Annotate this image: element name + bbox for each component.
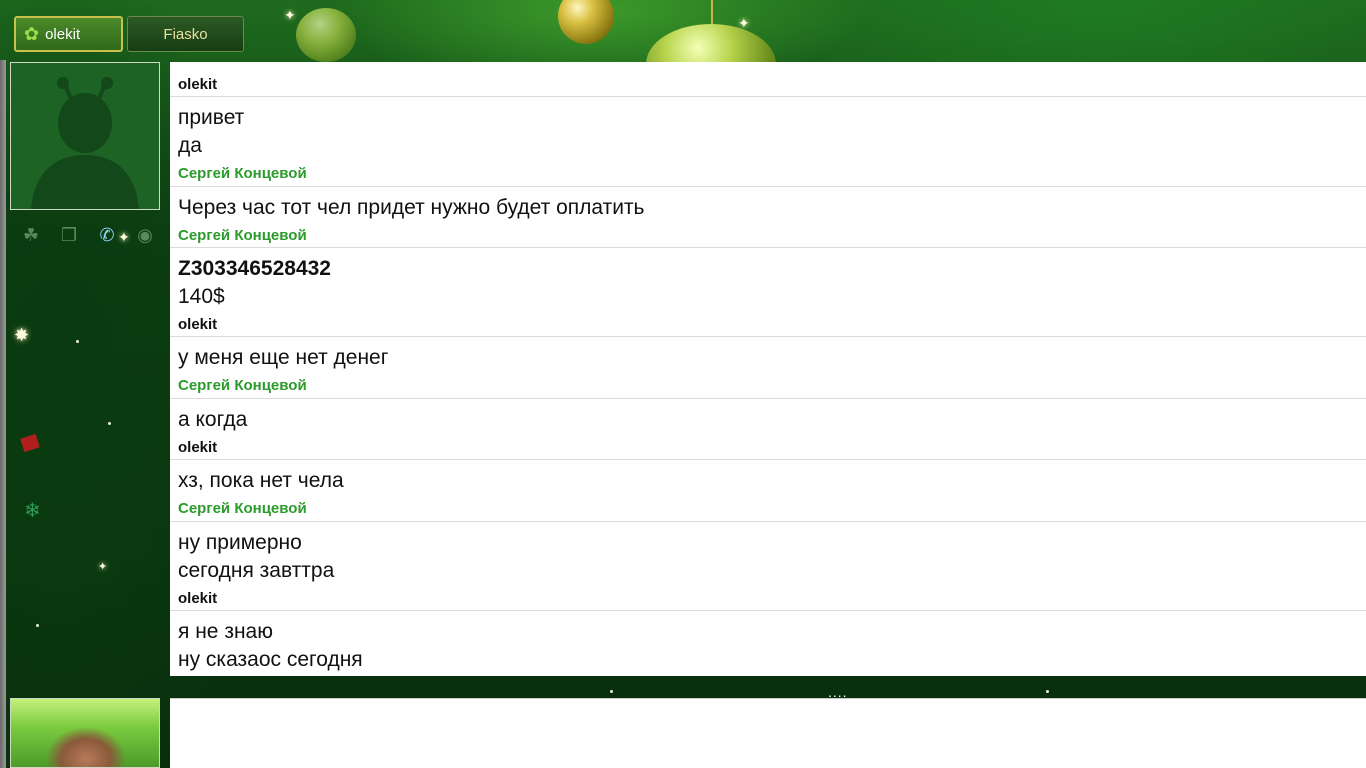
snowflake-decoration: ❄ [24,500,41,522]
message-sender: olekit [178,316,218,333]
message-divider [170,186,1366,187]
message-block: привет да [170,104,1366,160]
webcam-icon[interactable]: ◉ [132,222,158,248]
message-divider [170,96,1366,97]
message-text: сегодня завттра [178,559,335,582]
message-sender: Сергей Концевой [178,377,307,394]
message-divider [170,610,1366,611]
message-sender: Сергей Концевой [178,165,307,182]
default-avatar-silhouette-icon [11,63,159,209]
tab-label: Fiasko [163,25,208,43]
message-text: я не знаю [178,620,273,643]
contact-avatar [10,62,160,210]
message-block: Z303346528432 140$ [170,255,1366,311]
message-divider [170,398,1366,399]
message-text: Z303346528432 [178,257,331,280]
message-text: 140$ [178,285,225,308]
own-avatar [10,698,160,768]
message-text: а когда [178,408,248,431]
message-text: Через час тот чел придет нужно будет опл… [178,196,645,219]
message-sender: Сергей Концевой [178,500,307,517]
sparkle-dot [76,340,79,343]
star-decoration: ✦ [284,7,296,23]
message-sender: olekit [178,590,218,607]
message-block: а когда [170,406,1366,434]
tree-ornament-decoration [296,8,356,62]
message-block: Через час тот чел придет нужно будет опл… [170,194,1366,222]
contact-toolbar: ☘ ❐ ✆ ◉ [18,222,158,248]
chat-history[interactable]: olekit привет да Сергей Концевой Через ч… [170,62,1366,676]
tab-label: olekit [45,25,81,43]
tab-olekit[interactable]: ✿ olekit [14,16,123,52]
sparkle-dot [108,422,111,425]
message-divider [170,336,1366,337]
icq-flower-icon: ✿ [24,23,40,44]
message-sender: olekit [178,76,218,93]
window-left-edge [0,60,6,768]
message-text: ну примерно [178,531,302,554]
contacts-icon[interactable]: ☘ [18,222,44,248]
message-divider [170,459,1366,460]
message-text: привет [178,106,245,129]
tab-fiasko[interactable]: Fiasko [127,16,244,52]
ornament-string [711,0,713,26]
message-text: да [178,134,202,157]
phone-icon[interactable]: ✆ [94,222,120,248]
star-decoration: ✸ [14,325,30,345]
message-divider [170,247,1366,248]
message-block: я не знаю ну сказаос сегодня [170,618,1366,674]
history-icon[interactable]: ❐ [56,222,82,248]
star-decoration: ✦ [738,15,750,31]
sparkle-dot [36,624,39,627]
star-decoration: ✦ [98,561,108,573]
message-text: хз, пока нет чела [178,469,344,492]
message-block: у меня еще нет денег [170,344,1366,372]
message-sender: olekit [178,439,218,456]
sparkle-dot [1046,690,1049,693]
message-text: ну сказаос сегодня [178,648,363,671]
message-block: ну примерно сегодня завттра [170,529,1366,585]
sparkle-dot [610,690,613,693]
message-block: хз, пока нет чела [170,467,1366,495]
message-sender: Сергей Концевой [178,227,307,244]
message-text: у меня еще нет денег [178,346,389,369]
message-input[interactable] [170,698,1366,768]
message-divider [170,521,1366,522]
